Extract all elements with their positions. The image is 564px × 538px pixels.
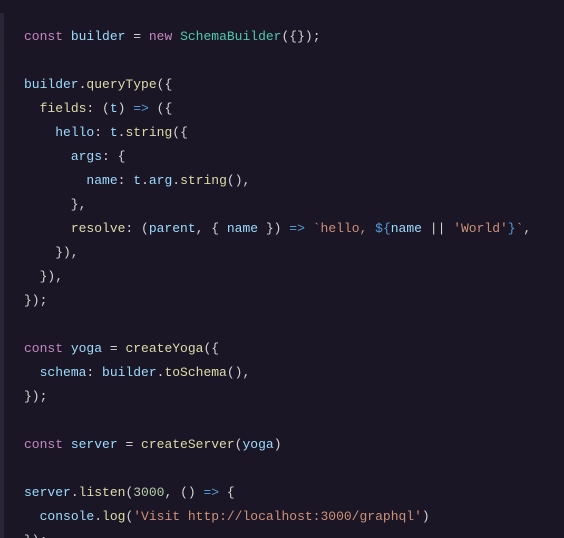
code-content: const builder = new SchemaBuilder({}); b… bbox=[24, 29, 531, 538]
code-block: const builder = new SchemaBuilder({}); b… bbox=[0, 13, 564, 538]
